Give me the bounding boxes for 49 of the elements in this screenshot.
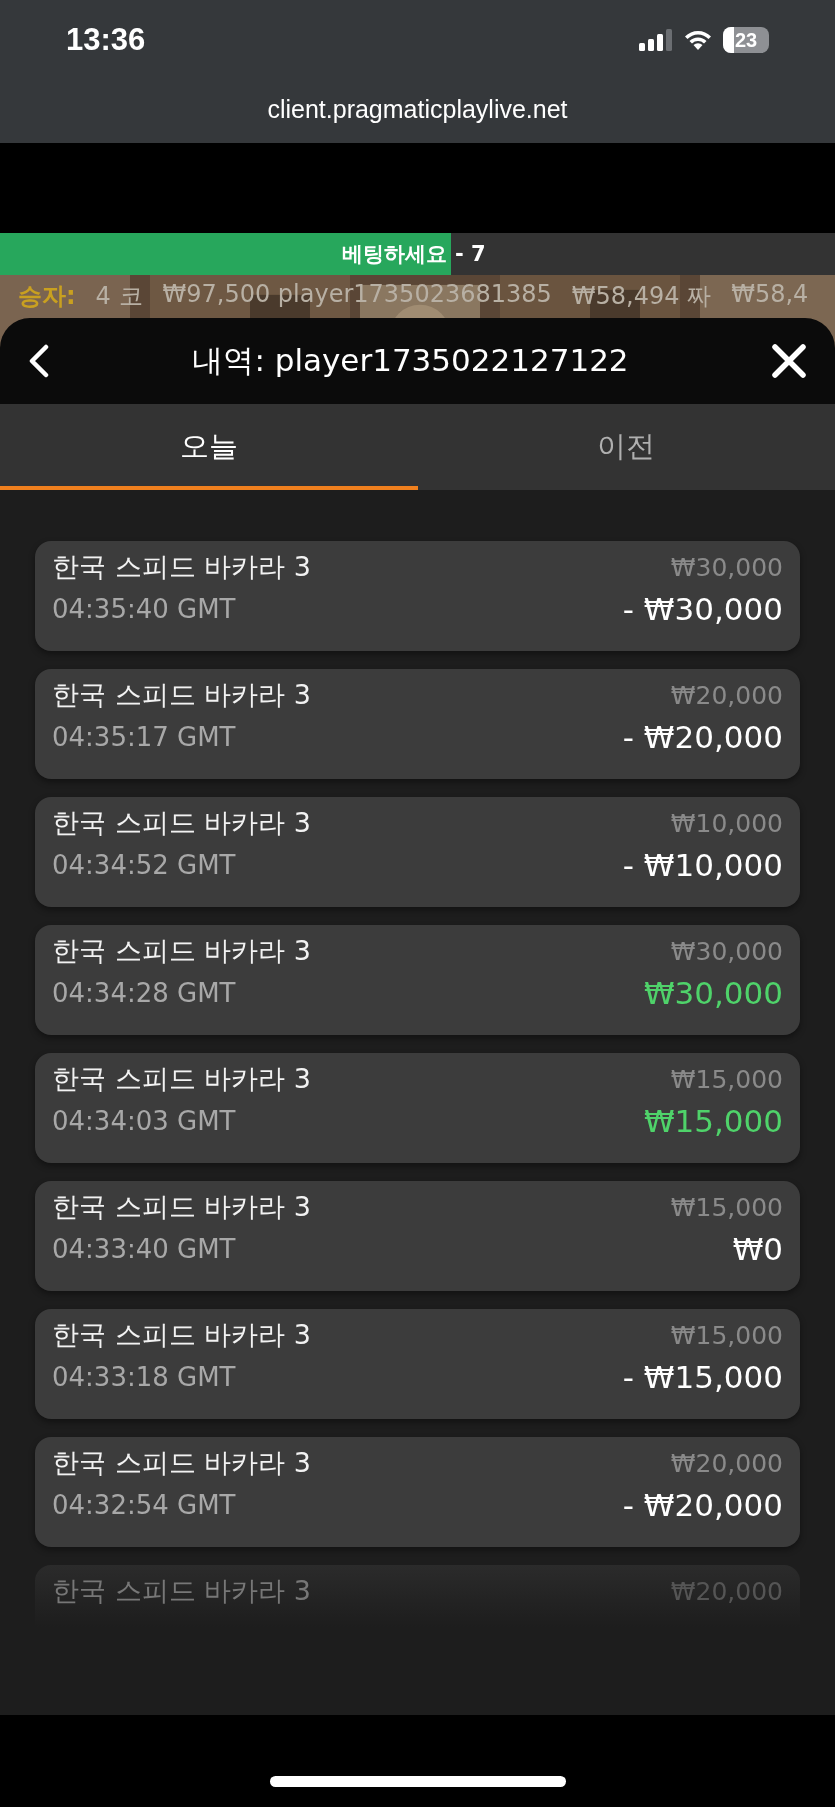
winners-label: 승자:: [18, 281, 76, 312]
wifi-icon: [683, 29, 713, 51]
result-amount: - ₩20,000: [622, 1487, 783, 1523]
game-name: 한국 스피드 바카라 3: [52, 1318, 311, 1352]
game-name: 한국 스피드 바카라 3: [52, 934, 311, 968]
result-amount: ₩0: [732, 1231, 783, 1267]
game-name: 한국 스피드 바카라 3: [52, 1190, 311, 1224]
game-name: 한국 스피드 바카라 3: [52, 1574, 311, 1608]
result-amount: ₩15,000: [643, 1103, 783, 1139]
bet-amount: ₩10,000: [670, 808, 783, 838]
bet-amount: ₩20,000: [670, 1448, 783, 1478]
betting-label: 베팅하세요: [341, 241, 448, 268]
status-time: 13:36: [66, 22, 146, 58]
back-icon[interactable]: [28, 344, 50, 378]
bet-time: 04:32:54 GMT: [52, 1490, 236, 1520]
bet-time: 04:34:03 GMT: [52, 1106, 236, 1136]
bet-amount: ₩15,000: [670, 1320, 783, 1350]
result-amount: - ₩20,000: [622, 719, 783, 755]
game-name: 한국 스피드 바카라 3: [52, 806, 311, 840]
bet-time: 04:34:28 GMT: [52, 978, 236, 1008]
bet-time: 04:33:40 GMT: [52, 1234, 236, 1264]
modal-title: 내역: player1735022127122: [192, 341, 629, 380]
winner-entry: ₩58,494 짜: [571, 281, 712, 312]
winner-entry: ₩97,500 player1735023681385: [162, 280, 552, 310]
signal-icon: [639, 29, 673, 51]
winner-entry: ₩58,4: [731, 280, 809, 310]
bet-amount: ₩20,000: [670, 680, 783, 710]
tab[interactable]: 이전: [417, 404, 835, 490]
bet-time: 04:33:18 GMT: [52, 1362, 236, 1392]
countdown-text: - 7: [453, 242, 486, 266]
result-amount: ₩30,000: [643, 975, 783, 1011]
bet-amount: ₩30,000: [670, 552, 783, 582]
bet-amount: ₩15,000: [670, 1192, 783, 1222]
bet-time: 04:34:52 GMT: [52, 850, 236, 880]
close-icon[interactable]: [771, 343, 807, 379]
battery-icon: 23: [723, 27, 769, 53]
result-amount: - ₩10,000: [622, 847, 783, 883]
bet-time: 04:35:40 GMT: [52, 594, 236, 624]
bet-time: 04:35:17 GMT: [52, 722, 236, 752]
result-amount: - ₩30,000: [622, 591, 783, 627]
game-name: 한국 스피드 바카라 3: [52, 550, 311, 584]
winner-entry: 4 코: [95, 281, 143, 312]
address-text[interactable]: client.pragmaticplaylive.net: [267, 95, 568, 124]
game-name: 한국 스피드 바카라 3: [52, 1062, 311, 1096]
game-name: 한국 스피드 바카라 3: [52, 678, 311, 712]
bet-amount: ₩30,000: [670, 936, 783, 966]
game-name: 한국 스피드 바카라 3: [52, 1446, 311, 1480]
bet-amount: ₩15,000: [670, 1064, 783, 1094]
result-amount: - ₩15,000: [622, 1359, 783, 1395]
